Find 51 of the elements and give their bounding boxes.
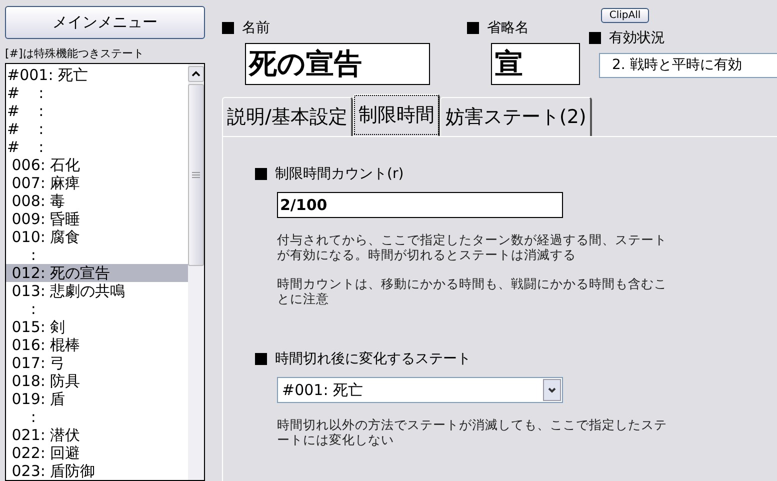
name-field[interactable]: 死の宣告 bbox=[245, 43, 430, 85]
square-bullet-icon bbox=[222, 22, 234, 34]
description-text: 時間カウントは、移動にかかる時間も、戦闘にかかる時間も含むことに注意 bbox=[277, 276, 668, 306]
square-bullet-icon bbox=[589, 32, 601, 44]
scroll-thumb[interactable] bbox=[188, 84, 204, 266]
tab[interactable]: 説明/基本設定 bbox=[222, 97, 354, 136]
list-item[interactable]: # : bbox=[6, 84, 188, 102]
list-item[interactable]: 017: 弓 bbox=[6, 354, 188, 372]
list-item[interactable]: 010: 腐食 bbox=[6, 228, 188, 246]
list-item[interactable]: : bbox=[6, 246, 188, 264]
state-list[interactable]: #001: 死亡 # : # : # : # : 006: 石化 007: 麻痺 008: 毒 009: 昏睡 010: 腐食 : 012: 死の宣告 013: 悲劇の共鳴 : 015: 剣 016: 棍棒 017: 弓 018: 防具 019: 盾 : 021: 潜伏 022: 回避 023: 盾防御 bbox=[5, 63, 205, 481]
list-item[interactable]: # : bbox=[6, 138, 188, 156]
after-state-label: 時間切れ後に変化するステート bbox=[275, 350, 471, 368]
list-item[interactable]: 023: 盾防御 bbox=[6, 462, 188, 480]
list-item[interactable]: 021: 潜伏 bbox=[6, 426, 188, 444]
square-bullet-icon bbox=[467, 22, 479, 34]
list-item[interactable]: # : bbox=[6, 120, 188, 138]
list-item[interactable]: 019: 盾 bbox=[6, 390, 188, 408]
list-caption: [#]は特殊機能つきステート bbox=[5, 46, 145, 61]
description-text: 時間切れ以外の方法でステートが消滅しても、ここで指定したステートには変化しない bbox=[277, 417, 668, 447]
main-menu-button[interactable]: メインメニュー bbox=[5, 6, 205, 39]
list-item[interactable]: 022: 回避 bbox=[6, 444, 188, 462]
validity-dropdown[interactable]: 2. 戦時と平時に有効 bbox=[599, 53, 777, 78]
list-item[interactable]: 008: 毒 bbox=[6, 192, 188, 210]
after-state-dropdown[interactable]: #001: 死亡 bbox=[277, 377, 563, 403]
list-item[interactable]: 015: 剣 bbox=[6, 318, 188, 336]
grip-icon bbox=[192, 172, 200, 178]
square-bullet-icon bbox=[255, 168, 267, 180]
list-item[interactable]: : bbox=[6, 408, 188, 426]
square-bullet-icon bbox=[255, 353, 267, 365]
time-limit-count-label: 制限時間カウント(r) bbox=[275, 165, 404, 183]
description-text: 付与されてから、ここで指定したターン数が経過する間、ステートが有効になる。時間が切れるとステートは消滅する bbox=[277, 232, 668, 262]
abbreviation-field[interactable]: 宣 bbox=[491, 43, 580, 85]
clip-all-button[interactable]: ClipAll bbox=[601, 8, 649, 23]
list-item[interactable]: #001: 死亡 bbox=[6, 66, 188, 84]
list-item[interactable]: 013: 悲劇の共鳴 bbox=[6, 282, 188, 300]
scrollbar[interactable] bbox=[188, 64, 204, 480]
tab[interactable]: 妨害ステート(2) bbox=[440, 97, 592, 136]
list-item[interactable]: 018: 防具 bbox=[6, 372, 188, 390]
list-item[interactable]: 007: 麻痺 bbox=[6, 174, 188, 192]
name-label: 名前 bbox=[242, 19, 270, 37]
abbreviation-label: 省略名 bbox=[487, 19, 529, 37]
list-item[interactable]: 016: 棍棒 bbox=[6, 336, 188, 354]
list-item[interactable]: : bbox=[6, 300, 188, 318]
list-item[interactable]: 006: 石化 bbox=[6, 156, 188, 174]
list-item[interactable]: # : bbox=[6, 102, 188, 120]
validity-label: 有効状況 bbox=[609, 29, 665, 47]
tab[interactable]: 制限時間 bbox=[353, 94, 440, 136]
list-item[interactable]: 009: 昏睡 bbox=[6, 210, 188, 228]
time-limit-count-field[interactable]: 2/100 bbox=[277, 192, 563, 218]
list-item[interactable]: 012: 死の宣告 bbox=[6, 264, 188, 282]
